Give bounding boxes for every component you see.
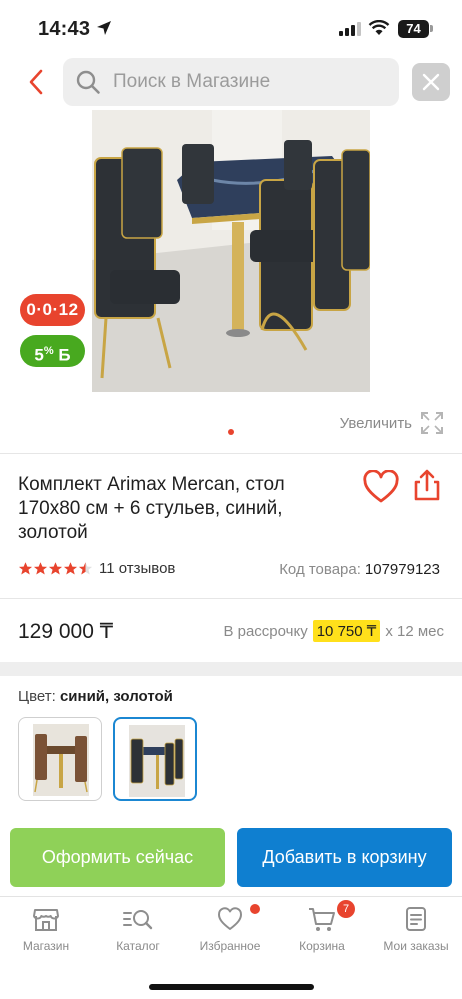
- battery-indicator: 74: [398, 20, 429, 38]
- installment-prefix: В рассрочку: [223, 622, 308, 640]
- heart-icon: [218, 907, 242, 930]
- search-icon: [76, 70, 100, 94]
- installment-suffix: x 12 мес: [385, 622, 444, 640]
- color-label-row: Цвет: синий, золотой: [18, 688, 173, 705]
- cart-icon: [309, 908, 335, 931]
- buy-now-button[interactable]: Оформить сейчас: [10, 828, 225, 887]
- zoom-label: Увеличить: [339, 414, 412, 432]
- color-label: Цвет:: [18, 688, 56, 705]
- zoom-button[interactable]: Увеличить: [340, 411, 444, 435]
- status-time: 14:43: [38, 18, 91, 40]
- tab-label: Каталог: [116, 939, 160, 953]
- installment-amount: 10 750 ₸: [312, 620, 381, 642]
- bonus-percent-sign: %: [43, 345, 54, 357]
- tab-orders[interactable]: Мои заказы: [370, 905, 462, 953]
- installment-badge: 0·0·12: [20, 294, 85, 326]
- status-bar: 14:43 74: [0, 0, 462, 56]
- tab-label: Корзина: [299, 939, 345, 953]
- add-to-cart-button[interactable]: Добавить в корзину: [237, 828, 452, 887]
- divider: [0, 598, 462, 599]
- share-icon[interactable]: [410, 468, 444, 502]
- color-swatch-option[interactable]: [18, 717, 102, 801]
- swatch-thumbnail: [129, 725, 185, 797]
- wifi-icon: [368, 20, 390, 35]
- star-icon: [63, 562, 78, 575]
- location-arrow-icon: [97, 21, 111, 35]
- star-icon: [18, 562, 33, 575]
- star-icon: [48, 562, 63, 575]
- tab-store[interactable]: Магазин: [0, 905, 92, 953]
- bonus-currency: Б: [58, 345, 71, 365]
- orders-icon: [406, 907, 426, 931]
- product-title: Комплект Arimax Mercan, стол 170x80 см +…: [18, 474, 285, 543]
- color-value: синий, золотой: [59, 688, 173, 705]
- gallery-page-dot: [228, 429, 234, 435]
- product-price: 129 000 ₸: [18, 620, 114, 643]
- cellular-signal-icon: [339, 22, 361, 36]
- product-photo[interactable]: [92, 110, 370, 392]
- star-icon: [33, 562, 48, 575]
- installment-info[interactable]: В рассрочку 10 750 ₸ x 12 мес: [223, 620, 444, 642]
- close-icon: [422, 73, 440, 91]
- bonus-percent: 5: [34, 345, 44, 365]
- section-separator: [0, 662, 462, 676]
- close-search-button[interactable]: [412, 63, 450, 101]
- battery-tip: [430, 25, 433, 32]
- divider: [0, 453, 462, 454]
- favorites-notification-dot: [250, 904, 260, 914]
- tab-label: Избранное: [199, 939, 261, 953]
- back-button[interactable]: [18, 60, 54, 104]
- product-gallery[interactable]: 0·0·12 5% Б: [0, 108, 462, 448]
- bonus-badge: 5% Б: [20, 335, 85, 367]
- half-star-icon: [78, 562, 93, 575]
- swatch-thumbnail: [33, 724, 89, 796]
- home-indicator: [149, 984, 314, 990]
- store-icon: [33, 909, 59, 931]
- sku-label: Код товара:: [279, 561, 361, 578]
- tab-label: Мои заказы: [383, 939, 449, 953]
- expand-icon: [421, 412, 443, 434]
- tab-favorites[interactable]: Избранное: [184, 905, 276, 953]
- cart-count-badge: 7: [337, 900, 355, 918]
- favorite-heart-icon[interactable]: [362, 470, 400, 504]
- search-input[interactable]: [113, 71, 383, 93]
- rating-stars: [18, 561, 93, 576]
- rating-row: 11 отзывов: [18, 560, 175, 577]
- reviews-link[interactable]: 11 отзывов: [99, 560, 175, 577]
- tab-label: Магазин: [22, 939, 70, 953]
- sku-row: Код товара: 107979123: [279, 561, 440, 578]
- catalog-search-icon: [123, 910, 153, 930]
- tab-catalog[interactable]: Каталог: [92, 905, 184, 953]
- search-box[interactable]: [63, 58, 399, 106]
- sku-value: 107979123: [364, 561, 440, 578]
- color-swatch-selected[interactable]: [113, 717, 197, 801]
- chevron-left-icon: [29, 69, 43, 95]
